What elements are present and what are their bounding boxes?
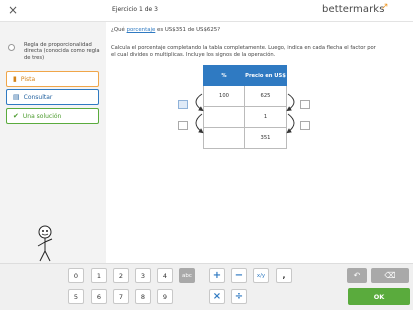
header-percent: % <box>203 65 245 86</box>
sidebar: Regla de proporcionalidad directa (conoc… <box>0 22 106 263</box>
lightbulb-icon: ▮ <box>13 74 17 83</box>
key-3[interactable]: 3 <box>135 268 151 283</box>
delete-icon[interactable]: ⌫ <box>371 268 409 283</box>
ok-button[interactable]: OK <box>348 288 410 305</box>
exercise-counter: Ejercicio 1 de 3 <box>112 6 158 13</box>
right-factor-input-1[interactable] <box>300 100 310 109</box>
consult-button[interactable]: ▤ Consultar <box>6 89 99 105</box>
right-factor-input-2[interactable] <box>300 121 310 130</box>
brand-arrow-icon: ↗ <box>381 2 389 12</box>
key-1[interactable]: 1 <box>91 268 107 283</box>
math-keyboard: 0 1 2 3 4 abc 5 6 7 8 9 + − x/y , × ÷ ↶ … <box>0 263 413 310</box>
key-comma[interactable]: , <box>276 268 292 283</box>
key-plus[interactable]: + <box>209 268 225 283</box>
hint-label: Pista <box>20 75 36 83</box>
close-icon[interactable]: × <box>8 3 18 17</box>
key-2[interactable]: 2 <box>113 268 129 283</box>
topic-radio[interactable] <box>8 44 15 51</box>
instruction-text: Calcula el porcentaje completando la tab… <box>111 45 376 58</box>
key-9[interactable]: 9 <box>157 289 173 304</box>
left-factor-input-2[interactable] <box>178 121 188 130</box>
check-icon: ✔ <box>13 111 19 120</box>
key-abc[interactable]: abc <box>179 268 195 283</box>
key-6[interactable]: 6 <box>91 289 107 304</box>
percentage-link[interactable]: porcentaje <box>127 27 156 33</box>
factor-arrows <box>195 93 295 134</box>
brand-logo: bettermarks <box>322 4 385 15</box>
key-fraction[interactable]: x/y <box>253 268 269 283</box>
key-5[interactable]: 5 <box>68 289 84 304</box>
question-text: ¿Qué porcentaje es US$351 de US$625? <box>111 27 221 33</box>
mascot-figure <box>37 225 53 262</box>
key-8[interactable]: 8 <box>135 289 151 304</box>
solution-label: Una solución <box>22 112 62 120</box>
key-divide[interactable]: ÷ <box>231 289 247 304</box>
key-0[interactable]: 0 <box>68 268 84 283</box>
left-factor-input-1[interactable] <box>178 100 188 109</box>
hint-button[interactable]: ▮ Pista <box>6 71 99 87</box>
key-multiply[interactable]: × <box>209 289 225 304</box>
key-minus[interactable]: − <box>231 268 247 283</box>
key-4[interactable]: 4 <box>157 268 173 283</box>
top-bar: × Ejercicio 1 de 3 bettermarks ↗ <box>0 0 413 22</box>
topic-label: Regla de proporcionalidad directa (conoc… <box>24 42 100 61</box>
undo-icon[interactable]: ↶ <box>347 268 367 283</box>
consult-label: Consultar <box>23 93 53 101</box>
solution-button[interactable]: ✔ Una solución <box>6 108 99 124</box>
key-7[interactable]: 7 <box>113 289 129 304</box>
header-price: Precio en US$ <box>244 65 287 86</box>
book-icon: ▤ <box>13 92 20 101</box>
